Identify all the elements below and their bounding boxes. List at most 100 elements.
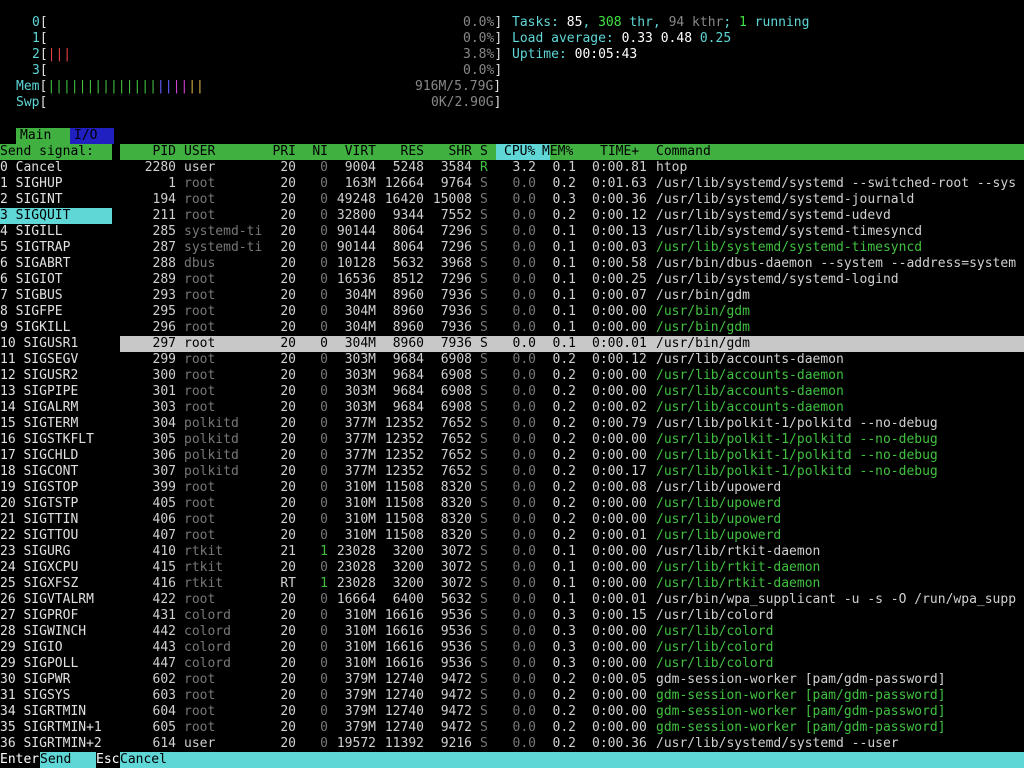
signal-item[interactable]: 29 SIGIO — [0, 640, 112, 656]
cancel-action[interactable]: Cancel — [120, 752, 176, 768]
col-ni[interactable]: NI — [304, 144, 328, 160]
cell-cmd: /usr/lib/upowerd — [656, 480, 782, 495]
esc-key[interactable]: Esc — [96, 752, 120, 768]
process-row[interactable]: 301 root 20 0 303M 9684 6908 S 0.0 0.2 0:00.00/usr… — [120, 384, 1024, 400]
signal-item[interactable]: 1 SIGHUP — [0, 176, 112, 192]
process-row[interactable]: 289 root 20 0 16536 8512 7296 S 0.0 0.1 0:00.25/us… — [120, 272, 1024, 288]
signal-item[interactable]: 35 SIGRTMIN+1 — [0, 720, 112, 736]
signal-item[interactable]: 6 SIGIOT — [0, 272, 112, 288]
process-row[interactable]: 300 root 20 0 303M 9684 6908 S 0.0 0.2 0:00.00/usr… — [120, 368, 1024, 384]
process-row[interactable]: 431 colord 20 0 310M 16616 9536 S 0.0 0.3 0:00.15 /… — [120, 608, 1024, 624]
signal-item[interactable]: 21 SIGTTIN — [0, 512, 112, 528]
process-row[interactable]: 614 user 20 0 19572 11392 9216 S 0.0 0.2 0:00.36/u… — [120, 736, 1024, 752]
process-row[interactable]: 304 polkitd 20 0 377M 12352 7652 S 0.0 0.2 0:00.79… — [120, 416, 1024, 432]
process-row[interactable]: 447 colord 20 0 310M 16616 9536 S 0.0 0.3 0:00.00 /… — [120, 656, 1024, 672]
process-row[interactable]: 442 colord 20 0 310M 16616 9536 S 0.0 0.3 0:00.00 /… — [120, 624, 1024, 640]
process-row[interactable]: 297 root 20 0 304M 8960 7936 S 0.0 0.1 0:00.01/usr… — [120, 336, 1024, 352]
process-row[interactable]: 303 root 20 0 303M 9684 6908 S 0.0 0.2 0:00.02/usr… — [120, 400, 1024, 416]
signal-item[interactable]: 17 SIGCHLD — [0, 448, 112, 464]
col-pri[interactable]: PRI — [264, 144, 296, 160]
process-row[interactable]: 296 root 20 0 304M 8960 7936 S 0.0 0.1 0:00.00/usr… — [120, 320, 1024, 336]
col-user[interactable]: USER — [184, 144, 215, 160]
signal-item[interactable]: 14 SIGALRM — [0, 400, 112, 416]
signal-item[interactable]: 18 SIGCONT — [0, 464, 112, 480]
cell-pid: 2280 — [144, 160, 176, 175]
signal-item[interactable]: 34 SIGRTMIN — [0, 704, 112, 720]
process-row[interactable]: 299 root 20 0 303M 9684 6908 S 0.0 0.2 0:00.12/usr… — [120, 352, 1024, 368]
signal-item[interactable]: 22 SIGTTOU — [0, 528, 112, 544]
signal-item[interactable]: 15 SIGTERM — [0, 416, 112, 432]
cell-shr: 7652 — [440, 448, 472, 463]
signal-item[interactable]: 5 SIGTRAP — [0, 240, 112, 256]
signal-item[interactable]: 10 SIGUSR1 — [0, 336, 112, 352]
process-row[interactable]: 305 polkitd 20 0 377M 12352 7652 S 0.0 0.2 0:00.00… — [120, 432, 1024, 448]
process-row[interactable]: 405 root 20 0 310M 11508 8320 S 0.0 0.2 0:00.00/us… — [120, 496, 1024, 512]
signal-item[interactable]: 26 SIGVTALRM — [0, 592, 112, 608]
signal-item[interactable]: 0 Cancel — [0, 160, 112, 176]
process-row[interactable]: 2280 user 20 0 9004 5248 3584 R 3.2 0.1 0:00.81 hto… — [120, 160, 1024, 176]
cell-shr: 7552 — [440, 208, 472, 223]
signal-item[interactable]: 4 SIGILL — [0, 224, 112, 240]
cell-cpu: 0.0 — [512, 240, 536, 255]
process-row[interactable]: 293 root 20 0 304M 8960 7936 S 0.0 0.1 0:00.07/usr… — [120, 288, 1024, 304]
process-row[interactable]: 285 systemd-ti 20 0 90144 8064 7296 S 0.0 0.1 0:00… — [120, 224, 1024, 240]
signal-item[interactable]: 2 SIGINT — [0, 192, 112, 208]
send-action[interactable]: Send — [40, 752, 96, 768]
signal-item[interactable]: 23 SIGURG — [0, 544, 112, 560]
col-res[interactable]: RES — [376, 144, 424, 160]
process-row[interactable]: 406 root 20 0 310M 11508 8320 S 0.0 0.2 0:00.00/us… — [120, 512, 1024, 528]
signal-item[interactable]: 24 SIGXCPU — [0, 560, 112, 576]
process-row[interactable]: 307 polkitd 20 0 377M 12352 7652 S 0.0 0.2 0:00.17… — [120, 464, 1024, 480]
signal-item[interactable]: 16 SIGSTKFLT — [0, 432, 112, 448]
process-row[interactable]: 211 root 20 0 32800 9344 7552 S 0.0 0.2 0:00.12/us… — [120, 208, 1024, 224]
signal-item[interactable]: 27 SIGPROF — [0, 608, 112, 624]
process-row[interactable]: 422 root 20 0 16664 6400 5632 S 0.0 0.1 0:00.01/us… — [120, 592, 1024, 608]
process-row[interactable]: 399 root 20 0 310M 11508 8320 S 0.0 0.2 0:00.08/us… — [120, 480, 1024, 496]
signal-item[interactable]: 8 SIGFPE — [0, 304, 112, 320]
process-row[interactable]: 602 root 20 0 379M 12740 9472 S 0.0 0.2 0:00.05 gdm… — [120, 672, 1024, 688]
signal-item[interactable]: 20 SIGTSTP — [0, 496, 112, 512]
cell-ni: 0 — [320, 560, 328, 575]
process-row[interactable]: 288 dbus 20 0 10128 5632 3968 S 0.0 0.1 0:00.58/us… — [120, 256, 1024, 272]
col-state[interactable]: S — [480, 144, 488, 160]
signal-item[interactable]: 36 SIGRTMIN+2 — [0, 736, 112, 752]
cell-user: polkitd — [184, 464, 239, 479]
signal-item[interactable]: 6 SIGABRT — [0, 256, 112, 272]
signal-item[interactable]: 19 SIGSTOP — [0, 480, 112, 496]
signal-item[interactable]: 9 SIGKILL — [0, 320, 112, 336]
signal-item[interactable]: 11 SIGSEGV — [0, 352, 112, 368]
process-row[interactable]: 194 root 20 0 49248 16420 15008 S 0.0 0.3 0:00.36 /… — [120, 192, 1024, 208]
process-row[interactable]: 407 root 20 0 310M 11508 8320 S 0.0 0.2 0:00.01/us… — [120, 528, 1024, 544]
process-row[interactable]: 604 root 20 0 379M 12740 9472 S 0.0 0.2 0:00.00 gdm… — [120, 704, 1024, 720]
process-row[interactable]: 295 root 20 0 304M 8960 7936 S 0.0 0.1 0:00.00/usr… — [120, 304, 1024, 320]
signal-item[interactable]: 31 SIGSYS — [0, 688, 112, 704]
signal-item[interactable]: 25 SIGXFSZ — [0, 576, 112, 592]
process-row[interactable]: 1 root 20 0 163M 12664 9764 S 0.0 0.2 0:01.63/usr/… — [120, 176, 1024, 192]
signal-item[interactable]: 13 SIGPIPE — [0, 384, 112, 400]
process-row[interactable]: 415 rtkit 20 0 23028 3200 3072 S 0.0 0.1 0:00.00/u… — [120, 560, 1024, 576]
cell-pid: 443 — [152, 640, 176, 655]
signal-item[interactable]: 29 SIGPOLL — [0, 656, 112, 672]
enter-key[interactable]: Enter — [0, 752, 40, 768]
process-row[interactable]: 603 root 20 0 379M 12740 9472 S 0.0 0.2 0:00.00 gdm… — [120, 688, 1024, 704]
process-row[interactable]: 416 rtkit RT 1 23028 3200 3072 S 0.0 0.1 0:00.00/u… — [120, 576, 1024, 592]
process-row[interactable]: 287 systemd-ti 20 0 90144 8064 7296 S 0.0 0.1 0:00… — [120, 240, 1024, 256]
col-mem[interactable]: MEM% — [542, 144, 573, 160]
signal-item[interactable]: 12 SIGUSR2 — [0, 368, 112, 384]
signal-item[interactable]: 3 SIGQUIT — [0, 208, 112, 224]
col-virt[interactable]: VIRT — [328, 144, 376, 160]
process-row[interactable]: 443 colord 20 0 310M 16616 9536 S 0.0 0.3 0:00.00 /… — [120, 640, 1024, 656]
process-row[interactable]: 410 rtkit 21 1 23028 3200 3072 S 0.0 0.1 0:00.00/u… — [120, 544, 1024, 560]
tab-io[interactable]: I/O — [70, 128, 114, 144]
cell-virt: 49248 — [336, 192, 376, 207]
col-shr[interactable]: SHR — [424, 144, 472, 160]
col-command[interactable]: Command — [656, 144, 711, 160]
tab-main[interactable]: Main — [16, 128, 70, 144]
process-row[interactable]: 605 root 20 0 379M 12740 9472 S 0.0 0.2 0:00.00 gdm… — [120, 720, 1024, 736]
signal-item[interactable]: 28 SIGWINCH — [0, 624, 112, 640]
signal-item[interactable]: 7 SIGBUS — [0, 288, 112, 304]
process-row[interactable]: 306 polkitd 20 0 377M 12352 7652 S 0.0 0.2 0:00.00… — [120, 448, 1024, 464]
col-time[interactable]: TIME+ — [600, 144, 639, 160]
signal-item[interactable]: 30 SIGPWR — [0, 672, 112, 688]
col-pid[interactable]: PID — [120, 144, 176, 160]
